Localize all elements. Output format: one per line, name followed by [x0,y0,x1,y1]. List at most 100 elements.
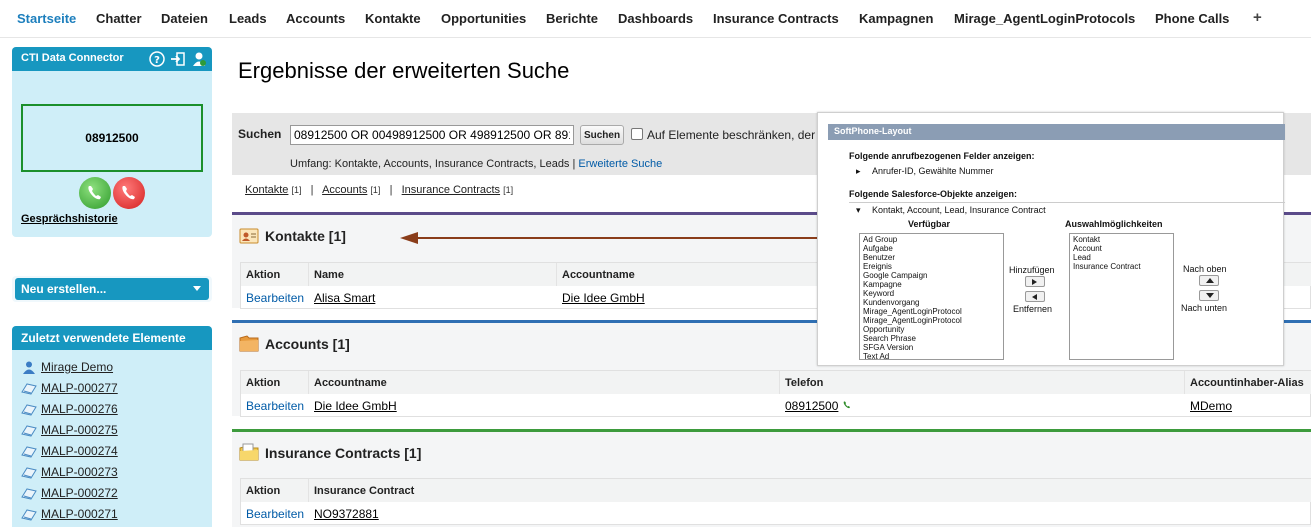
divider [849,202,1285,203]
list-item[interactable]: Mirage_AgentLoginProtocol [863,316,1000,325]
tab-opportunities[interactable]: Opportunities [441,11,526,26]
list-item[interactable]: Keyword [863,289,1000,298]
list-item[interactable]: Text Ad [863,352,1000,359]
list-item[interactable]: Opportunity [863,325,1000,334]
login-icon[interactable] [170,51,186,67]
objects-value: Kontakt, Account, Lead, Insurance Contra… [872,205,1046,215]
contact-card-icon [239,228,259,244]
jump-count: [1] [503,185,514,195]
jump-insurance-contracts[interactable]: Insurance Contracts [402,184,500,196]
jump-kontakte[interactable]: Kontakte [245,184,288,196]
table-row-action[interactable]: Bearbeiten [241,395,309,417]
move-down-button[interactable] [1199,290,1219,301]
restrict-label: Auf Elemente beschränken, der [647,128,816,142]
recent-item-label: MALP-000274 [41,444,118,458]
tab-mirage-agentloginprotocols[interactable]: Mirage_AgentLoginProtocols [954,11,1135,26]
jump-accounts[interactable]: Accounts [322,184,367,196]
selected-label: Auswahlmöglichkeiten [1065,219,1163,229]
available-list[interactable]: Ad Group Aufgabe Benutzer Ereignis Googl… [859,233,1004,360]
list-item[interactable]: Kontakt [1073,235,1170,244]
list-item[interactable]: Mirage_AgentLoginProtocol [863,307,1000,316]
user-status-icon[interactable] [191,51,207,67]
owner-alias-cell[interactable]: MDemo [1185,395,1237,417]
add-tab-button[interactable]: + [1253,9,1262,26]
tab-leads[interactable]: Leads [229,11,267,26]
page-title: Ergebnisse der erweiterten Suche [238,58,570,83]
table-row-action[interactable]: Bearbeiten [241,503,309,525]
triangle-down-icon[interactable]: ▾ [856,205,861,216]
call-fields-label: Folgende anrufbezogenen Felder anzeigen: [849,151,1035,161]
contract-cell[interactable]: NO9372881 [309,503,384,525]
list-item[interactable]: Ad Group [863,235,1000,244]
edit-link[interactable]: Bearbeiten [246,291,304,305]
phone-cell[interactable]: 08912500 [780,395,857,417]
account-name-link[interactable]: Die Idee GmbH [314,399,397,413]
add-button[interactable] [1025,276,1045,287]
list-item[interactable]: Benutzer [863,253,1000,262]
tab-insurance-contracts[interactable]: Insurance Contracts [713,11,839,26]
edit-link[interactable]: Bearbeiten [246,399,304,413]
search-button[interactable]: Suchen [580,125,624,145]
recent-items-header: Zuletzt verwendete Elemente [12,326,212,350]
advanced-search-link[interactable]: Erweiterte Suche [578,158,662,170]
account-name-cell[interactable]: Die Idee GmbH [309,395,402,417]
cti-panel-title: CTI Data Connector [21,52,124,64]
tab-accounts[interactable]: Accounts [286,11,345,26]
folder-icon [239,335,259,352]
record-icon [21,446,37,458]
annotation-arrow-line [416,237,817,239]
accounts-table: Aktion Accountname Telefon Accountinhabe… [240,370,1311,417]
arrow-up-icon [1206,278,1214,283]
available-label: Verfügbar [908,219,951,229]
list-item[interactable]: Kundenvorgang [863,298,1000,307]
phone-icon[interactable] [842,400,852,410]
tab-dashboards[interactable]: Dashboards [618,11,693,26]
scope-text: Umfang: Kontakte, Accounts, Insurance Co… [290,158,576,170]
list-item[interactable]: Kampagne [863,280,1000,289]
table-row-action[interactable]: Bearbeiten [241,287,309,309]
triangle-right-icon[interactable]: ▸ [856,166,861,177]
softphone-header: SoftPhone-Layout [828,124,1285,140]
tab-phone-calls[interactable]: Phone Calls [1155,11,1229,26]
contact-name-cell[interactable]: Alisa Smart [309,287,380,309]
list-item[interactable]: Search Phrase [863,334,1000,343]
contact-name-link[interactable]: Alisa Smart [314,291,375,305]
create-new-dropdown[interactable]: Neu erstellen... [15,278,209,300]
recent-item-label: MALP-000277 [41,381,118,395]
column-header: Accountinhaber-Alias [1185,371,1311,394]
list-item[interactable]: Insurance Contract [1073,262,1170,271]
list-item[interactable]: Lead [1073,253,1170,262]
phone-link[interactable]: 08912500 [785,399,838,413]
call-history-link[interactable]: Gesprächshistorie [21,213,118,225]
list-item[interactable]: Aufgabe [863,244,1000,253]
list-item[interactable]: SFGA Version [863,343,1000,352]
account-name-link[interactable]: Die Idee GmbH [562,291,645,305]
help-icon[interactable]: ? [149,51,165,67]
tab-kontakte[interactable]: Kontakte [365,11,421,26]
restrict-checkbox[interactable] [631,128,643,140]
tab-kampagnen[interactable]: Kampagnen [859,11,933,26]
answer-call-button[interactable] [79,177,111,209]
tab-berichte[interactable]: Berichte [546,11,598,26]
column-header: Aktion [241,263,309,286]
tab-startseite[interactable]: Startseite [17,11,76,26]
owner-alias-link[interactable]: MDemo [1190,399,1232,413]
list-item[interactable]: Account [1073,244,1170,253]
list-item[interactable]: Google Campaign [863,271,1000,280]
tab-dateien[interactable]: Dateien [161,11,208,26]
recent-item-label: Mirage Demo [41,360,114,374]
tab-chatter[interactable]: Chatter [96,11,142,26]
recent-items-panel: Zuletzt verwendete Elemente Mirage Demo … [12,326,212,527]
search-input[interactable] [290,125,574,145]
selected-list[interactable]: Kontakt Account Lead Insurance Contract [1069,233,1174,360]
contact-account-cell[interactable]: Die Idee GmbH [557,287,650,309]
search-scope: Umfang: Kontakte, Accounts, Insurance Co… [290,158,662,170]
result-jumpbar: Kontakte [1] | Accounts [1] | Insurance … [245,184,513,196]
hangup-call-button[interactable] [113,177,145,209]
create-new-label: Neu erstellen... [21,282,107,296]
move-up-button[interactable] [1199,275,1219,286]
remove-button[interactable] [1025,291,1045,302]
list-item[interactable]: Ereignis [863,262,1000,271]
contract-link[interactable]: NO9372881 [314,507,379,521]
edit-link[interactable]: Bearbeiten [246,507,304,521]
